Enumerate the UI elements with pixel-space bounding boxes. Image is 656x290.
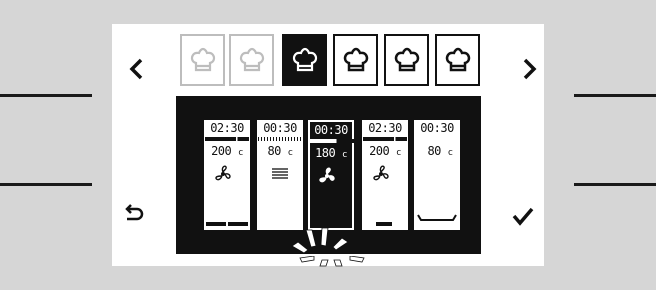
program-card-4[interactable]: 02:30 200 c	[362, 120, 408, 230]
chevron-right-icon[interactable]	[518, 54, 542, 84]
chef-hat-icon	[190, 47, 215, 72]
chef-hat-icon	[394, 47, 419, 72]
chef-hat-icon	[239, 47, 264, 72]
chef-hat-slot-1[interactable]	[180, 34, 225, 86]
time-progress-bar	[363, 137, 407, 141]
program-panel: 02:30 200 c 00:30 80 c 00:30 180 c 02:30…	[176, 96, 481, 267]
program-temperature: 200 c	[211, 144, 243, 159]
program-temperature: 80 c	[427, 144, 453, 159]
program-card-3[interactable]: 00:30 180 c	[308, 120, 354, 230]
program-time: 00:30	[314, 123, 348, 137]
program-temperature: 200 c	[369, 144, 401, 159]
undo-icon[interactable]	[120, 200, 148, 228]
program-card-2[interactable]: 00:30 80 c	[257, 120, 303, 230]
fan-icon	[212, 164, 234, 188]
bezel-line-left-bottom	[0, 183, 92, 186]
program-card-1[interactable]: 02:30 200 c	[204, 120, 250, 230]
display-screen: 02:30 200 c 00:30 80 c 00:30 180 c 02:30…	[112, 24, 544, 267]
time-progress-bar	[205, 137, 249, 141]
chef-hat-icon	[445, 47, 470, 72]
grill-icon	[271, 166, 289, 185]
fan-icon	[316, 166, 338, 190]
time-progress-bar	[310, 139, 354, 143]
lower-rays-icon	[299, 256, 365, 267]
chevron-left-icon[interactable]	[124, 54, 148, 84]
tray-icon	[417, 207, 457, 226]
bezel-line-right-top	[574, 94, 656, 97]
bezel-line-right-bottom	[574, 183, 656, 186]
level-bar	[376, 222, 392, 226]
checkmark-icon[interactable]	[508, 202, 538, 230]
chef-hat-icon	[292, 47, 317, 72]
chef-hat-slot-6[interactable]	[435, 34, 480, 86]
bezel-line-left-top	[0, 94, 92, 97]
program-time: 00:30	[263, 121, 297, 135]
chef-hat-icon	[343, 47, 368, 72]
program-time: 00:30	[420, 121, 454, 135]
level-bar	[228, 222, 248, 226]
fan-icon	[370, 164, 392, 188]
chef-hat-slot-5[interactable]	[384, 34, 429, 86]
program-time: 02:30	[368, 121, 402, 135]
chef-hat-slot-4[interactable]	[333, 34, 378, 86]
program-time: 02:30	[210, 121, 244, 135]
program-temperature: 180 c	[315, 146, 347, 161]
program-card-5[interactable]: 00:30 80 c	[414, 120, 460, 230]
chef-hat-slot-3-selected[interactable]	[282, 34, 327, 86]
time-progress-bar	[258, 137, 302, 141]
program-temperature: 80 c	[267, 144, 293, 159]
level-bar	[206, 222, 226, 226]
chef-hat-slot-2[interactable]	[229, 34, 274, 86]
